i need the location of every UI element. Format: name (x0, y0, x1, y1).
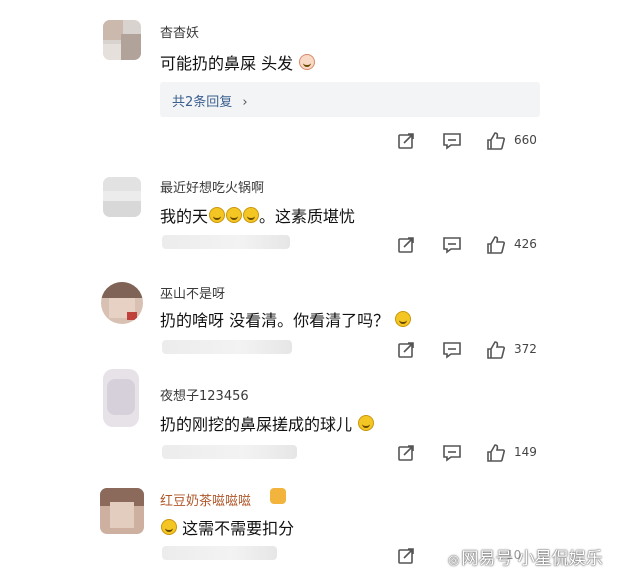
comment-text-body: 扔的啥呀 没看清。你看清了吗？ (160, 311, 390, 330)
laugh-emoji-icon (243, 207, 260, 223)
like-icon[interactable] (486, 340, 506, 360)
comment-text-body: 扔的刚挖的鼻屎搓成的球儿 (160, 415, 353, 434)
comment-item: 最近好想吃火锅啊 我的天 。这素质堪忧 426 (0, 165, 640, 270)
like-icon[interactable] (486, 443, 506, 463)
blurred-meta (162, 546, 277, 560)
share-icon[interactable] (396, 340, 416, 360)
watermark: ◎ 网易号 小星侃娱乐 (448, 544, 603, 569)
like-count: 149 (514, 445, 537, 459)
like-count: 426 (514, 237, 537, 251)
blurred-meta (162, 340, 292, 354)
comment-icon[interactable] (442, 235, 462, 255)
avatar[interactable] (103, 177, 141, 217)
username[interactable]: 红豆奶茶嗞嗞嗞 (160, 490, 251, 509)
avatar[interactable] (103, 20, 141, 60)
comment-icon[interactable] (442, 340, 462, 360)
comment-actions: 426 (396, 235, 546, 255)
comment-actions: 149 (396, 443, 546, 463)
grin-emoji-icon (358, 415, 375, 431)
avatar[interactable] (101, 282, 143, 324)
like-count: 660 (514, 133, 537, 147)
comment-text-body: 可能扔的鼻屎 头发 (160, 54, 294, 73)
share-icon[interactable] (396, 131, 416, 151)
comment-actions: 660 (396, 131, 546, 151)
watermark-text: 网易号 小星侃娱乐 (461, 549, 603, 569)
comment-text-body: 我的天 (160, 207, 209, 226)
reply-thread-button[interactable]: 共2条回复 › (160, 82, 540, 117)
share-icon[interactable] (396, 546, 416, 566)
wechat-icon: ◎ (448, 553, 460, 568)
comment-text-suffix: 。这素质堪忧 (259, 207, 356, 226)
chevron-right-icon: › (242, 95, 248, 110)
comment-text: 可能扔的鼻屎 头发 (160, 50, 316, 74)
username[interactable]: 巫山不是呀 (160, 283, 225, 302)
vip-badge-icon (270, 488, 286, 504)
username[interactable]: 夜想子123456 (160, 385, 249, 404)
comment-item: 杳杳妖 可能扔的鼻屎 头发 共2条回复 › 660 (0, 0, 640, 165)
comment-actions: 372 (396, 340, 546, 360)
comment-item: 巫山不是呀 扔的啥呀 没看清。你看清了吗？ 372 (0, 270, 640, 375)
blurred-meta (162, 445, 297, 459)
username[interactable]: 杳杳妖 (160, 22, 199, 41)
avatar[interactable] (100, 488, 144, 534)
share-icon[interactable] (396, 443, 416, 463)
avatar[interactable] (103, 369, 139, 427)
blurred-meta (162, 235, 290, 249)
comment-text: 这需不需要扣分 (160, 515, 294, 539)
emoji-icon (299, 54, 316, 70)
comment-text: 我的天 。这素质堪忧 (160, 203, 355, 227)
comment-text: 扔的啥呀 没看清。你看清了吗？ (160, 307, 412, 331)
like-icon[interactable] (486, 131, 506, 151)
like-count: 372 (514, 342, 537, 356)
laugh-emoji-icon (209, 207, 226, 223)
comment-text: 扔的刚挖的鼻屎搓成的球儿 (160, 411, 375, 435)
reply-count-label: 共2条回复 › (172, 95, 248, 110)
share-icon[interactable] (396, 235, 416, 255)
comment-icon[interactable] (442, 443, 462, 463)
comment-text-body: 这需不需要扣分 (182, 519, 295, 538)
comment-item: 夜想子123456 扔的刚挖的鼻屎搓成的球儿 149 (0, 369, 640, 480)
laugh-emoji-icon (226, 207, 243, 223)
smile-emoji-icon (395, 311, 412, 327)
comment-icon[interactable] (442, 131, 462, 151)
username[interactable]: 最近好想吃火锅啊 (160, 177, 264, 196)
like-icon[interactable] (486, 235, 506, 255)
grin-emoji-icon (161, 519, 177, 535)
